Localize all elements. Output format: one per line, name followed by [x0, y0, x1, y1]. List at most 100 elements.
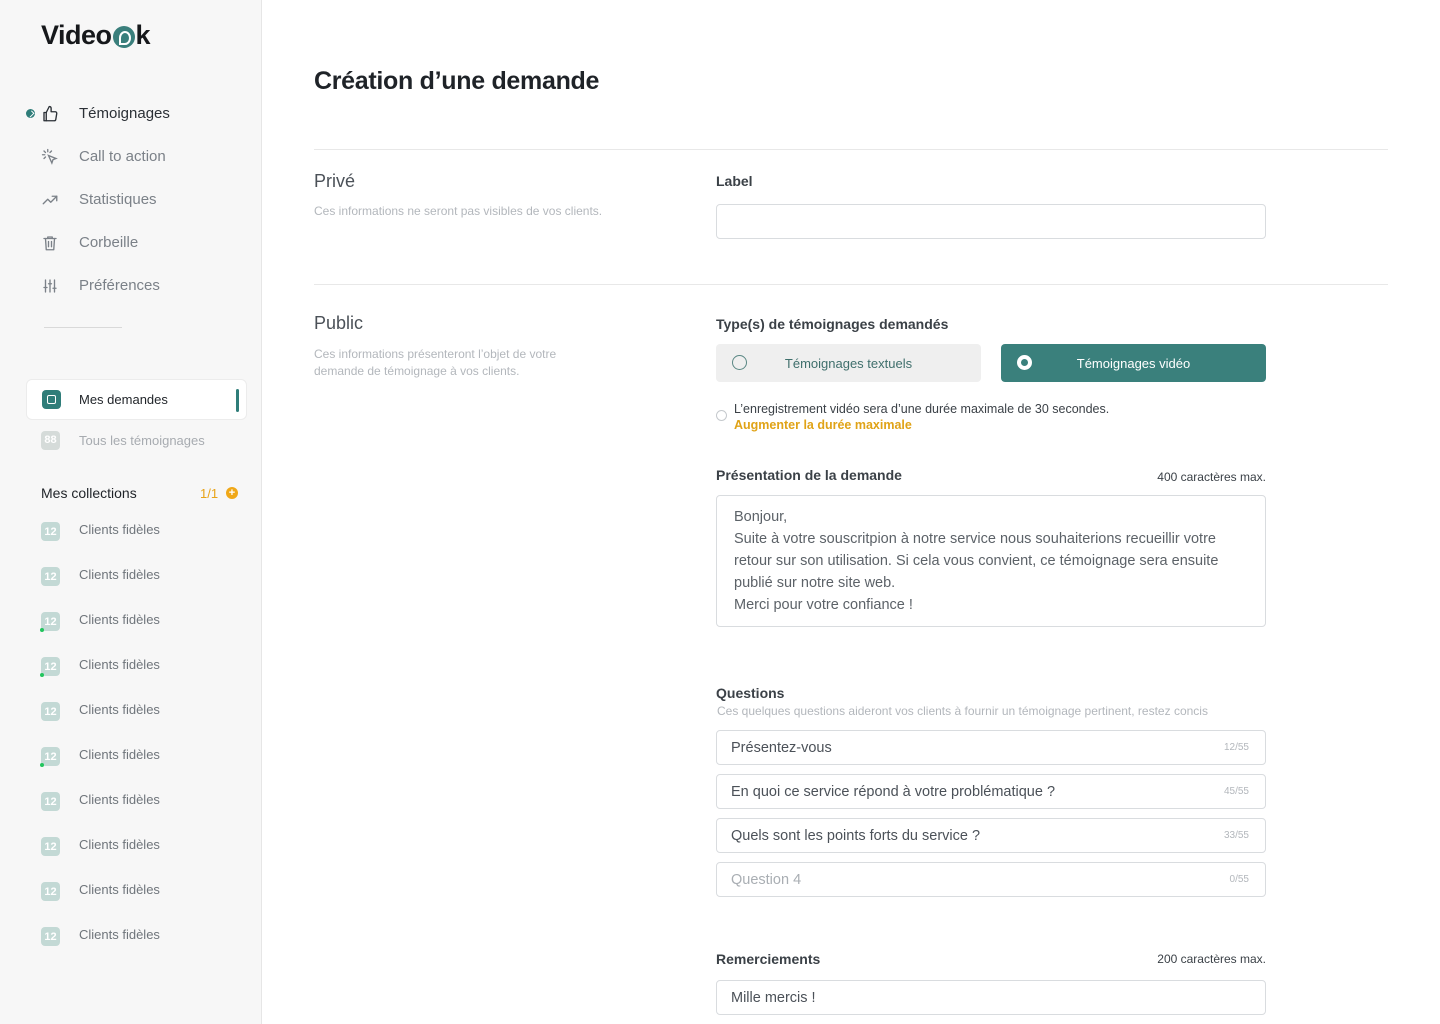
collection-item[interactable]: 12 Clients fidèles — [41, 881, 251, 926]
add-collection-icon[interactable]: + — [226, 487, 238, 499]
thanks-value: Mille mercis ! — [731, 989, 816, 1006]
option-text-testimonials[interactable]: Témoignages textuels — [716, 344, 981, 382]
collection-label: Clients fidèles — [79, 837, 160, 852]
label-field-label: Label — [716, 173, 753, 189]
increase-duration-link[interactable]: Augmenter la durée maximale — [734, 417, 1109, 433]
question-input-4[interactable]: Question 4 0/55 — [716, 862, 1266, 897]
section-divider — [314, 284, 1388, 285]
collection-label: Clients fidèles — [79, 657, 160, 672]
collection-item[interactable]: 12 Clients fidèles — [41, 791, 251, 836]
question-input-3[interactable]: Quels sont les points forts du service ?… — [716, 818, 1266, 853]
logo-text-end: k — [135, 20, 151, 50]
my-requests-label: Mes demandes — [79, 392, 168, 407]
collection-item[interactable]: 12 Clients fidèles — [41, 926, 251, 971]
label-input[interactable] — [716, 204, 1266, 239]
collections-list: 12 Clients fidèles 12 Clients fidèles 12 Cl… — [40, 521, 251, 971]
selected-indicator — [236, 389, 239, 412]
sidebar: Video k Témoignages Call to action Statis… — [0, 0, 262, 1024]
radio-checked-icon — [1017, 355, 1032, 370]
count-badge: 12 — [41, 702, 60, 721]
main-nav: Témoignages Call to action Statistiques … — [0, 92, 262, 307]
new-indicator-dot — [40, 673, 44, 677]
nav-item-call-to-action[interactable]: Call to action — [0, 135, 262, 178]
thanks-char-limit: 200 caractères max. — [1157, 952, 1266, 966]
count-badge: 12 — [41, 882, 60, 901]
question-value: Présentez-vous — [731, 739, 832, 756]
collection-label: Clients fidèles — [79, 612, 160, 627]
sliders-icon — [41, 277, 59, 295]
questions-label: Questions — [716, 685, 785, 701]
logo-text-start: Video — [41, 20, 112, 50]
requests-icon — [42, 390, 61, 409]
nav-label: Corbeille — [79, 234, 139, 251]
count-badge: 12 — [41, 567, 60, 586]
question-input-1[interactable]: Présentez-vous 12/55 — [716, 730, 1266, 765]
app-logo[interactable]: Video k — [41, 20, 151, 51]
active-indicator-icon — [26, 109, 35, 118]
char-counter: 0/55 — [1229, 874, 1249, 885]
sidebar-divider — [44, 327, 122, 328]
types-label: Type(s) de témoignages demandés — [716, 316, 949, 332]
collection-item[interactable]: 12 Clients fidèles — [41, 566, 251, 611]
option-video-testimonials[interactable]: Témoignages vidéo — [1001, 344, 1266, 382]
collection-label: Clients fidèles — [79, 567, 160, 582]
option-label: Témoignages textuels — [784, 355, 913, 371]
all-testimonials-label: Tous les témoignages — [79, 432, 205, 448]
section-divider — [314, 149, 1388, 150]
char-counter: 33/55 — [1223, 830, 1249, 841]
question-input-2[interactable]: En quoi ce service répond à votre problé… — [716, 774, 1266, 809]
questions-subtitle: Ces quelques questions aideront vos clie… — [717, 704, 1208, 718]
trending-up-icon — [41, 191, 59, 209]
question-value: Quels sont les points forts du service ? — [731, 827, 981, 844]
all-testimonials-item[interactable]: 88 Tous les témoignages — [41, 430, 205, 450]
radio-unchecked-icon — [732, 355, 747, 370]
nav-item-preferences[interactable]: Préférences — [0, 264, 262, 307]
question-value: En quoi ce service répond à votre problé… — [731, 783, 1056, 800]
collection-item[interactable]: 12 Clients fidèles — [41, 701, 251, 746]
option-label: Témoignages vidéo — [1076, 355, 1191, 371]
count-badge: 12 — [41, 792, 60, 811]
video-duration-info: L’enregistrement vidéo sera d’une durée … — [716, 401, 1109, 433]
collection-label: Clients fidèles — [79, 522, 160, 537]
collections-header: Mes collections 1/1 + — [41, 485, 241, 501]
presentation-label: Présentation de la demande — [716, 467, 902, 483]
collection-item[interactable]: 12 Clients fidèles — [40, 746, 251, 791]
count-badge: 12 — [40, 612, 60, 632]
private-section-desc: Ces informations ne seront pas visibles … — [314, 204, 603, 218]
char-counter: 45/55 — [1223, 786, 1249, 797]
collection-label: Clients fidèles — [79, 882, 160, 897]
collection-item[interactable]: 12 Clients fidèles — [41, 521, 251, 566]
collection-label: Clients fidèles — [79, 792, 160, 807]
nav-item-statistiques[interactable]: Statistiques — [0, 178, 262, 221]
new-indicator-dot — [40, 763, 44, 767]
new-indicator-dot — [40, 628, 44, 632]
presentation-textarea[interactable]: Bonjour, Suite à votre souscritpion à no… — [716, 495, 1266, 627]
thumbs-up-icon — [41, 105, 59, 123]
logo-mark-icon — [112, 25, 135, 48]
nav-label: Témoignages — [79, 105, 170, 122]
nav-item-corbeille[interactable]: Corbeille — [0, 221, 262, 264]
cursor-click-icon — [41, 148, 59, 166]
char-counter: 12/55 — [1223, 742, 1249, 753]
thanks-input[interactable]: Mille mercis ! — [716, 980, 1266, 1015]
count-badge: 12 — [41, 837, 60, 856]
collection-label: Clients fidèles — [79, 927, 160, 942]
nav-item-temoignages[interactable]: Témoignages — [0, 92, 262, 135]
count-badge: 12 — [41, 522, 60, 541]
thanks-label: Remerciements — [716, 951, 821, 967]
clock-icon — [716, 410, 727, 421]
collections-count: 1/1 — [200, 485, 219, 501]
collection-item[interactable]: 12 Clients fidèles — [40, 656, 251, 701]
my-requests-item[interactable]: Mes demandes — [26, 379, 247, 420]
collection-item[interactable]: 12 Clients fidèles — [41, 836, 251, 881]
trash-icon — [41, 234, 59, 252]
public-section-desc: Ces informations présenteront l’objet de… — [314, 347, 557, 378]
count-badge: 88 — [41, 430, 60, 450]
collection-item[interactable]: 12 Clients fidèles — [40, 611, 251, 656]
question-placeholder: Question 4 — [731, 871, 802, 888]
collection-label: Clients fidèles — [79, 747, 160, 762]
page-title: Création d’une demande — [314, 67, 600, 95]
collections-title: Mes collections — [41, 485, 137, 501]
count-badge: 12 — [40, 747, 60, 767]
nav-label: Préférences — [79, 277, 160, 294]
